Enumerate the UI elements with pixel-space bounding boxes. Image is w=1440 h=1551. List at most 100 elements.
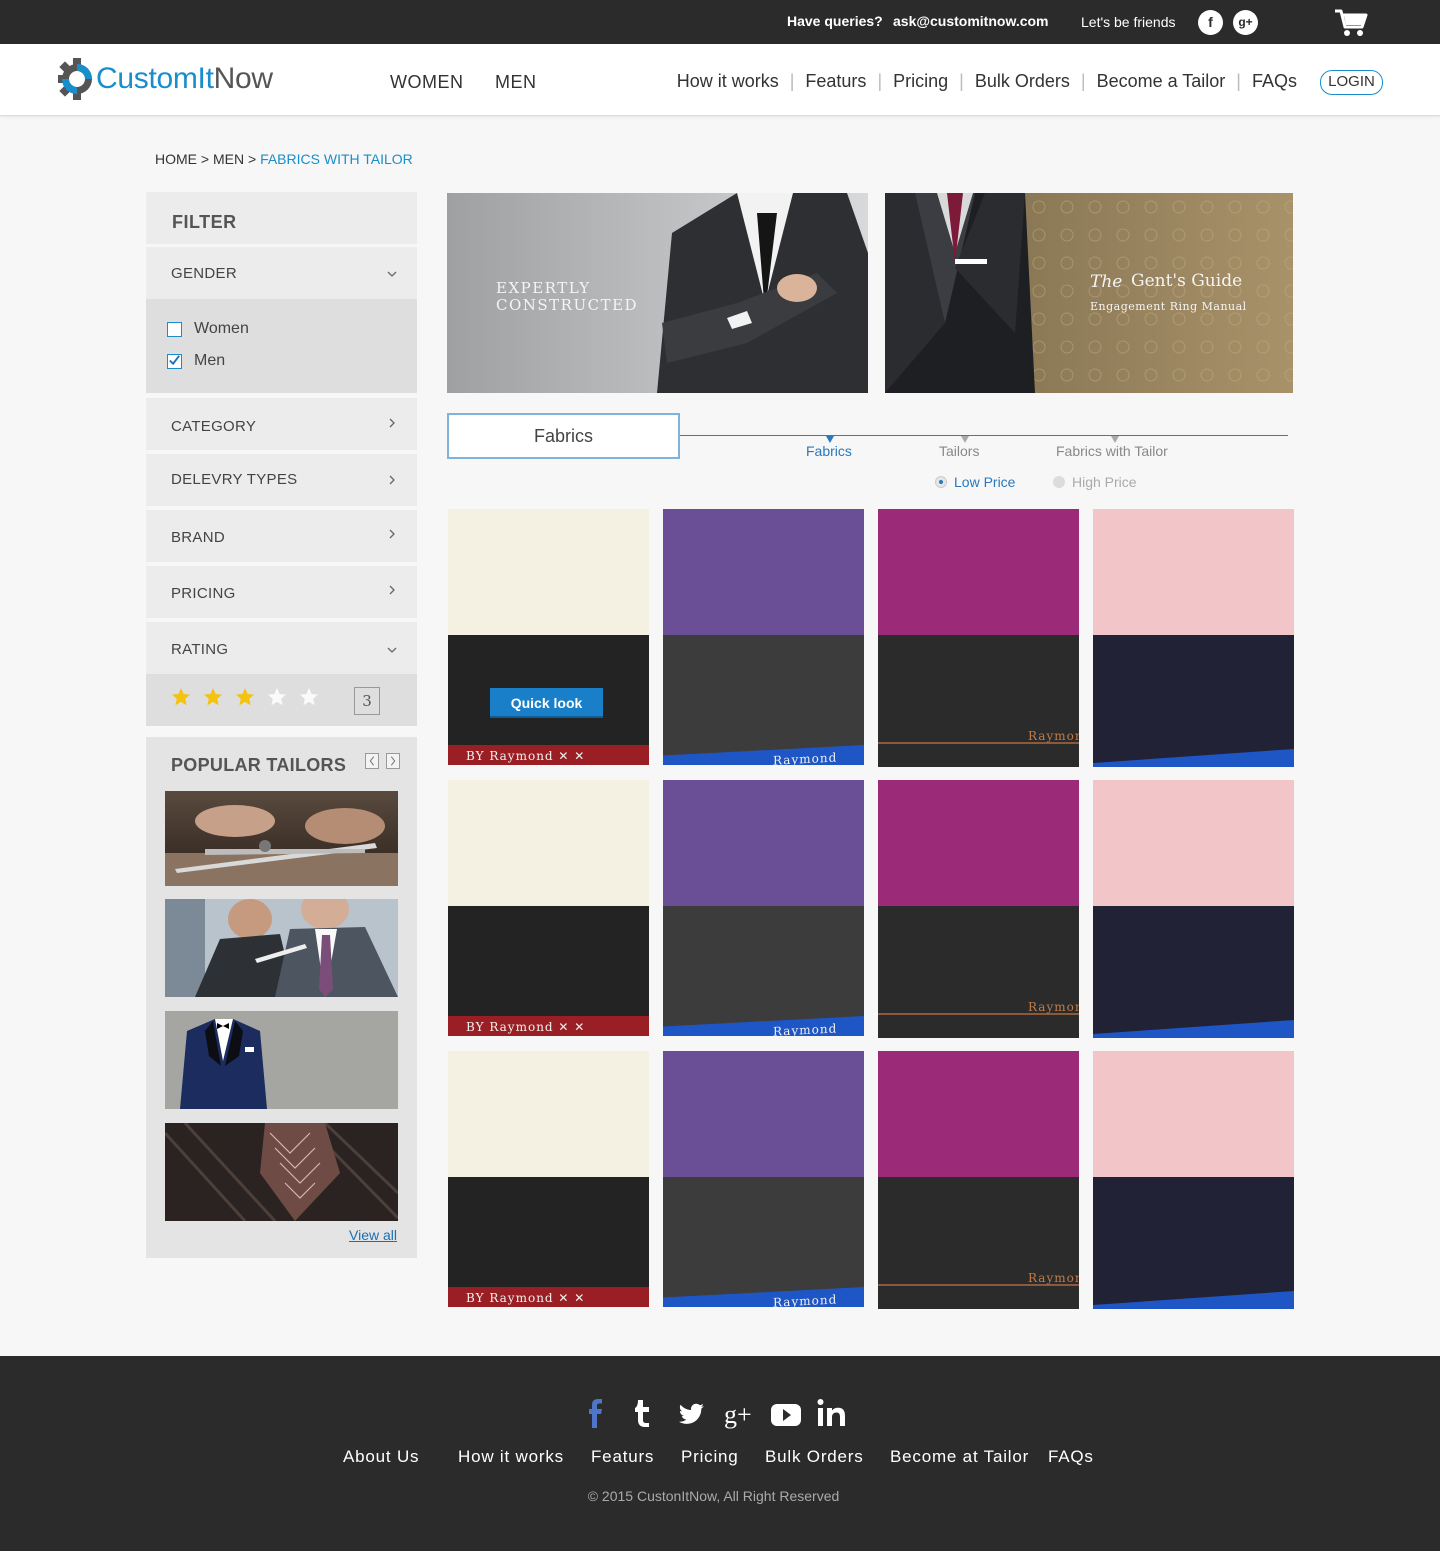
fabric-card-pink-navy[interactable] [1093,780,1294,1038]
nav-women[interactable]: WOMEN [390,72,464,93]
tailor-card-fitting[interactable] [165,899,398,997]
twitter-icon[interactable] [673,1396,707,1430]
gender-option-women[interactable]: Women [167,320,249,338]
nav-how-it-works[interactable]: How it works [677,71,779,92]
top-bar: Have queries? ask@customitnow.com Let's … [0,0,1440,44]
checkbox-women[interactable] [167,321,182,337]
fabric-card-purple-grey[interactable]: Raymond [663,509,864,765]
fabric-card-cream-black[interactable]: BY Raymond ✕ ✕ [448,780,649,1036]
filter-category[interactable]: CATEGORY [146,398,417,450]
filter-header: FILTER [146,192,417,244]
footer-link-how-it-works[interactable]: How it works [458,1447,564,1467]
tumblr-icon[interactable] [626,1396,660,1430]
facebook-icon[interactable]: f [1198,10,1223,35]
chevron-right-icon [389,418,395,428]
fabric-card-magenta-charcoal[interactable]: Raymond [878,780,1079,1038]
tailor-card-tie[interactable] [165,1123,398,1221]
tab-fabrics[interactable]: Fabrics [447,413,680,459]
step-fabrics[interactable]: Fabrics [806,443,852,459]
chevron-right-icon [389,475,395,485]
banner-right-subtitle: Engagement Ring Manual [1090,300,1247,313]
nav-featurs[interactable]: Featurs [805,71,866,92]
logo-wordmark[interactable]: CustomItNow [96,62,273,96]
youtube-icon[interactable] [769,1396,803,1430]
filter-pricing-label: PRICING [171,585,236,602]
radio-selected-icon[interactable] [935,476,947,488]
footer-link-about-us[interactable]: About Us [343,1447,419,1467]
quick-look-button[interactable]: Quick look [490,688,603,718]
sort-low-price[interactable]: Low Price [935,474,1015,490]
filter-brand[interactable]: BRAND [146,510,417,562]
footer-link-faqs[interactable]: FAQs [1048,1447,1094,1467]
logo-gear-icon[interactable] [56,56,98,102]
fabric-card-pink-navy[interactable] [1093,1051,1294,1309]
star-filled-icon[interactable] [235,687,255,707]
fabric-card-pink-navy[interactable] [1093,509,1294,767]
filter-rating-toggle[interactable]: RATING [146,622,417,674]
breadcrumb-men[interactable]: MEN [213,151,244,167]
cart-icon[interactable] [1334,8,1368,38]
checkbox-men[interactable] [167,353,182,369]
secondary-nav: How it works | Featurs | Pricing | Bulk Ord… [677,71,1297,92]
selvedge-label: Raymond [773,750,838,765]
breadcrumb: HOME > MEN > FABRICS WITH TAILOR [155,151,413,167]
filter-gender-toggle[interactable]: GENDER [146,247,417,299]
login-button[interactable]: LOGIN [1320,70,1383,95]
gender-option-label: Women [194,320,249,337]
googleplus-icon[interactable]: g+ [1233,10,1258,35]
view-all-tailors-link[interactable]: View all [349,1227,397,1243]
fabric-card-magenta-charcoal[interactable]: Raymond [878,509,1079,767]
tailor-card-tuxedo[interactable] [165,1011,398,1109]
footer-link-become-a-tailor[interactable]: Become at Tailor [890,1447,1029,1467]
selvedge-label: Raymond [773,1292,838,1307]
fabric-card-cream-black[interactable]: BY Raymond ✕ ✕ Quick look [448,509,649,765]
star-filled-icon[interactable] [171,687,191,707]
tailor-card-scissors[interactable] [165,791,398,886]
gents-guide-image [885,193,1293,393]
facebook-icon[interactable] [578,1396,612,1430]
breadcrumb-home[interactable]: HOME [155,151,197,167]
star-filled-icon[interactable] [203,687,223,707]
chevron-right-icon [389,529,395,539]
nav-men[interactable]: MEN [495,72,537,93]
star-empty-icon[interactable] [299,687,319,707]
selvedge-label: BY Raymond ✕ ✕ [466,1291,586,1305]
selvedge-label: Raymond [773,1021,838,1036]
contact-email-link[interactable]: ask@customitnow.com [893,13,1049,29]
footer-link-bulk-orders[interactable]: Bulk Orders [765,1447,864,1467]
nav-separator: | [1080,71,1086,91]
sort-label: High Price [1072,474,1137,490]
linkedin-icon[interactable] [815,1396,849,1430]
fabric-card-magenta-charcoal[interactable]: Raymond [878,1051,1079,1309]
banner-expertly-constructed[interactable]: EXPERTLY CONSTRUCTED [447,193,868,393]
filter-delivery-types[interactable]: DELEVRY TYPES [146,454,417,506]
site-footer: g+ About Us How it works Featurs Pricing… [0,1356,1440,1551]
chevron-down-icon [387,271,397,277]
step-tailors[interactable]: Tailors [939,443,979,459]
nav-become-a-tailor[interactable]: Become a Tailor [1097,71,1226,92]
carousel-prev-button[interactable] [365,753,379,769]
banner-gents-guide[interactable]: The Gent's Guide Engagement Ring Manual [885,193,1293,393]
footer-link-pricing[interactable]: Pricing [681,1447,739,1467]
sort-high-price[interactable]: High Price [1053,474,1137,490]
filter-pricing[interactable]: PRICING [146,566,417,618]
googleplus-icon[interactable]: g+ [722,1396,756,1430]
fabric-card-cream-black[interactable]: BY Raymond ✕ ✕ [448,1051,649,1307]
fabric-card-purple-grey[interactable]: Raymond [663,780,864,1036]
nav-separator: | [959,71,964,91]
popular-tailors-panel: POPULAR TAILORS View all [146,737,417,1258]
nav-faqs[interactable]: FAQs [1252,71,1297,92]
carousel-next-button[interactable] [386,753,400,769]
filter-gender-label: GENDER [171,265,237,282]
nav-separator: | [789,71,795,91]
step-fabrics-with-tailor[interactable]: Fabrics with Tailor [1056,443,1168,459]
nav-bulk-orders[interactable]: Bulk Orders [975,71,1070,92]
radio-unselected-icon[interactable] [1053,476,1065,488]
footer-link-featurs[interactable]: Featurs [591,1447,654,1467]
fabric-card-purple-grey[interactable]: Raymond [663,1051,864,1307]
chevron-down-icon [387,647,397,653]
banner-right-the: The [1090,272,1123,292]
star-empty-icon[interactable] [267,687,287,707]
gender-option-men[interactable]: Men [167,352,225,370]
nav-pricing[interactable]: Pricing [893,71,948,92]
